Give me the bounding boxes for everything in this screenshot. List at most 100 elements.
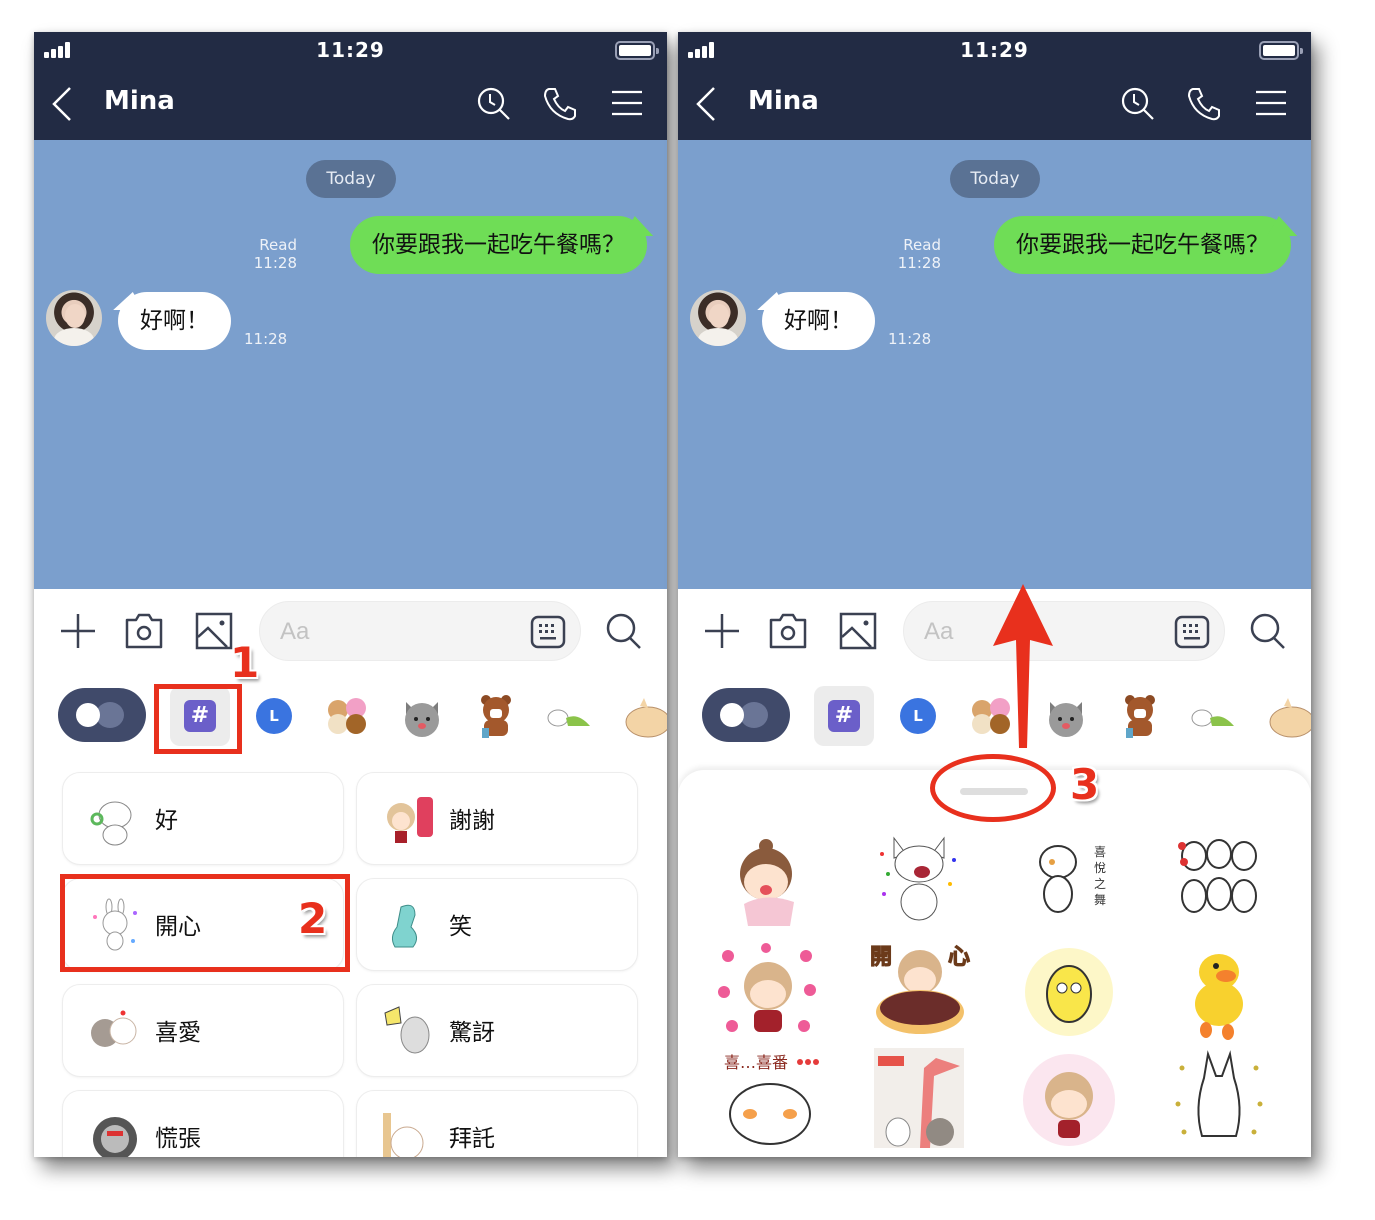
emoji-sticker-toggle[interactable] (58, 688, 146, 742)
phone-call-icon[interactable] (1184, 84, 1224, 124)
sticker-results-sheet: 喜悅之舞 開心 喜…喜番 (678, 770, 1311, 1157)
cats-love-sticker-icon (87, 1003, 143, 1059)
sticker-tabs: # L (34, 674, 667, 754)
chat-title: Mina (104, 86, 175, 116)
sticker-tab-round-cat[interactable] (1264, 692, 1311, 740)
keyword-label: 開心 (155, 914, 201, 940)
hashtag-tab[interactable]: # (814, 686, 874, 746)
rabbit-surprise-sticker-icon (381, 1003, 437, 1059)
keyword-label: 驚訝 (449, 1020, 495, 1046)
message-time: 11:28 (897, 254, 941, 272)
sticker-tab-buddies[interactable] (968, 692, 1016, 740)
hashtag-tab[interactable]: # (170, 686, 230, 746)
keyword-card-開心[interactable]: 開心 (62, 878, 344, 971)
input-bar (678, 589, 1311, 674)
search-history-icon[interactable] (474, 84, 514, 124)
read-label: Read (903, 236, 941, 254)
line-tab[interactable]: L (256, 698, 292, 734)
hashtag-icon: # (828, 700, 860, 732)
keyboard-icon[interactable] (1174, 614, 1210, 650)
sticker-tab-round-cat[interactable] (620, 692, 667, 740)
keyword-label: 笑 (449, 914, 472, 940)
bulldog-sticker-icon (87, 791, 143, 847)
sticker-rabbits-dance[interactable] (1164, 832, 1274, 932)
camera-icon[interactable] (768, 611, 808, 651)
search-icon[interactable] (1248, 611, 1288, 651)
svg-text:悅: 悅 (1094, 861, 1106, 875)
sticker-bear-dance[interactable]: 喜悅之舞 (1014, 832, 1124, 932)
bear-icon (740, 702, 768, 728)
line-tab[interactable]: L (900, 698, 936, 734)
avatar[interactable] (46, 290, 102, 346)
sticker-tab-brown-bear[interactable] (1116, 692, 1164, 740)
menu-icon[interactable] (1252, 84, 1292, 124)
phone-call-icon[interactable] (540, 84, 580, 124)
sticker-tube-man-dance[interactable] (864, 1048, 974, 1148)
sticker-girl-bun-cheer[interactable] (714, 832, 824, 932)
plus-icon[interactable] (702, 611, 742, 651)
emoji-sticker-toggle[interactable] (702, 688, 790, 742)
phone-screen-right: 11:29 Mina Today Read 11:28 你要跟我一起吃午餐嗎？ … (678, 32, 1311, 1157)
read-receipt: Read 11:28 (898, 236, 941, 272)
keyword-label: 喜愛 (155, 1020, 201, 1046)
keyword-card-好[interactable]: 好 (62, 772, 344, 865)
chat-title: Mina (748, 86, 819, 116)
search-history-icon[interactable] (1118, 84, 1158, 124)
battery-icon (1259, 41, 1303, 60)
avatar[interactable] (690, 290, 746, 346)
back-chevron-icon[interactable] (48, 84, 78, 124)
smiley-icon (76, 703, 100, 727)
sticker-girl-happy-donut[interactable]: 開心 (864, 938, 974, 1038)
keyword-card-喜愛[interactable]: 喜愛 (62, 984, 344, 1077)
menu-icon[interactable] (608, 84, 648, 124)
keyword-grid: 好 謝謝 開心 笑 喜愛 驚訝 慌張 拜託 (34, 754, 667, 1157)
message-input[interactable] (280, 614, 520, 650)
svg-text:之: 之 (1094, 877, 1106, 891)
outgoing-message[interactable]: 你要跟我一起吃午餐嗎？ (350, 216, 647, 274)
message-input-container (259, 601, 581, 661)
camera-icon[interactable] (124, 611, 164, 651)
read-label: Read (259, 236, 297, 254)
date-pill: Today (306, 160, 396, 198)
keyword-card-拜託[interactable]: 拜託 (356, 1090, 638, 1157)
bear-icon (96, 702, 124, 728)
svg-text:喜…喜番: 喜…喜番 (724, 1053, 788, 1072)
sticker-tab-gray-cat[interactable] (398, 692, 446, 740)
keyword-card-慌張[interactable]: 慌張 (62, 1090, 344, 1157)
input-bar (34, 589, 667, 674)
keyword-label: 謝謝 (449, 808, 495, 834)
keyboard-icon[interactable] (530, 614, 566, 650)
sticker-sally-duck[interactable] (1164, 942, 1274, 1042)
back-chevron-icon[interactable] (692, 84, 722, 124)
keyword-card-謝謝[interactable]: 謝謝 (356, 772, 638, 865)
sticker-girl-pink-dots[interactable] (1014, 1048, 1124, 1148)
svg-text:舞: 舞 (1094, 893, 1106, 907)
sticker-tab-lying-cat[interactable] (1190, 692, 1238, 740)
sticker-bulldog-confetti[interactable] (864, 824, 974, 924)
incoming-message[interactable]: 好啊！ (118, 292, 231, 350)
sticker-chick-sparkle[interactable] (1014, 942, 1124, 1042)
read-receipt: Read 11:28 (254, 236, 297, 272)
message-input[interactable] (924, 614, 1164, 650)
image-icon[interactable] (838, 611, 878, 651)
sticker-tab-lying-cat[interactable] (546, 692, 594, 740)
image-icon[interactable] (194, 611, 234, 651)
sticker-girl-hearts[interactable] (714, 942, 824, 1042)
search-icon[interactable] (604, 611, 644, 651)
sticker-tab-brown-bear[interactable] (472, 692, 520, 740)
keyword-card-笑[interactable]: 笑 (356, 878, 638, 971)
outgoing-message[interactable]: 你要跟我一起吃午餐嗎？ (994, 216, 1291, 274)
plus-icon[interactable] (58, 611, 98, 651)
sticker-tab-buddies[interactable] (324, 692, 372, 740)
sticker-tab-gray-cat[interactable] (1042, 692, 1090, 740)
svg-text:心: 心 (948, 945, 970, 970)
status-time: 11:29 (316, 38, 385, 62)
sticker-tabs: # L (678, 674, 1311, 754)
sheet-drag-handle[interactable] (960, 788, 1028, 795)
sticker-rabbit-sparkles[interactable] (1164, 1048, 1274, 1148)
keyword-card-驚訝[interactable]: 驚訝 (356, 984, 638, 1077)
incoming-message[interactable]: 好啊！ (762, 292, 875, 350)
phone-screen-left: 11:29 Mina Today Read 11:28 你要跟我一起吃午餐嗎？ … (34, 32, 667, 1157)
rabbit-happy-sticker-icon (87, 897, 143, 953)
sticker-hamster-happy[interactable]: 喜…喜番 (714, 1048, 824, 1148)
